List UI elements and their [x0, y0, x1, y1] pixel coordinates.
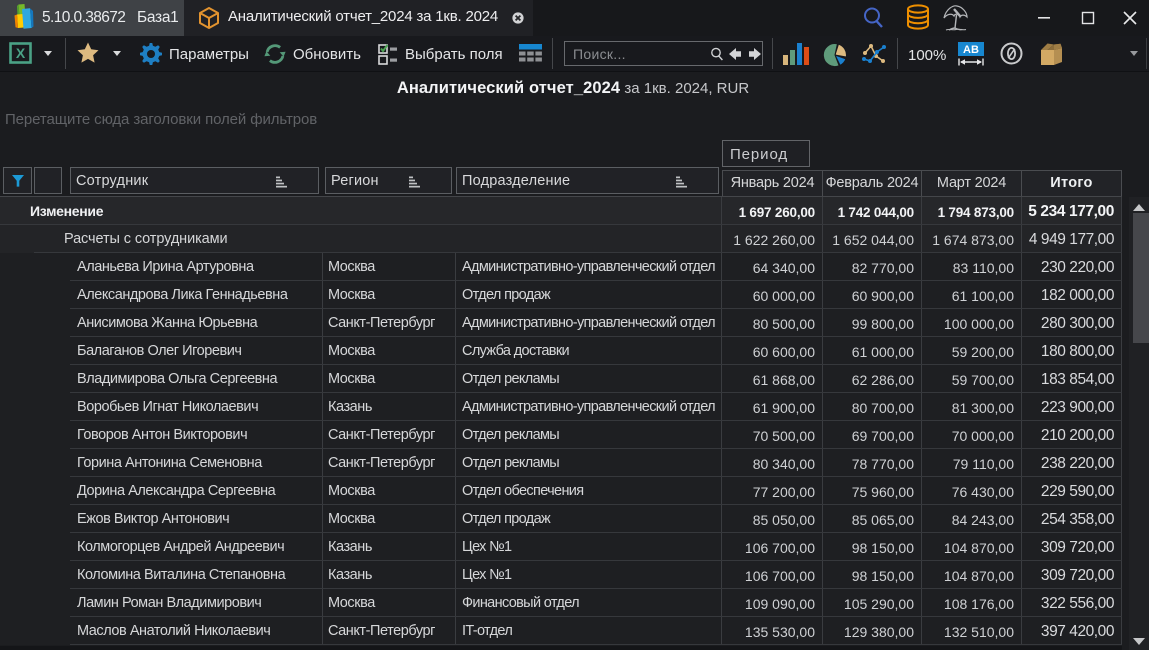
svg-text:X: X: [16, 45, 26, 61]
svg-text:AB: AB: [963, 44, 979, 56]
